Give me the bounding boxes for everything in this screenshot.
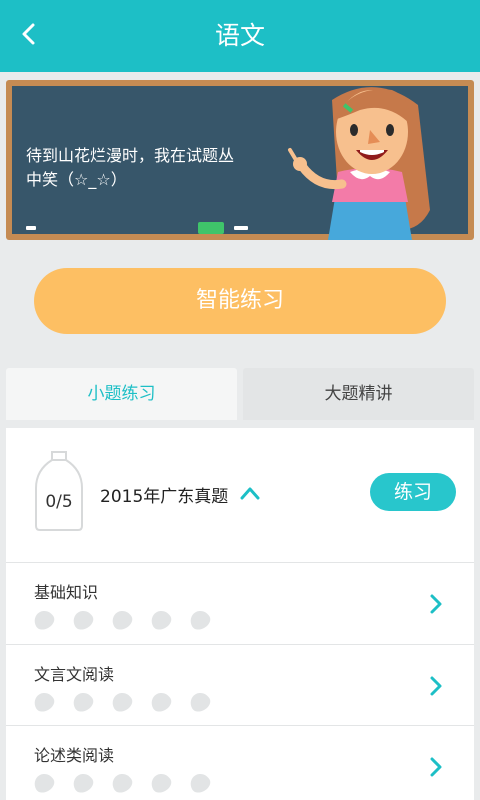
leaf-dot-icon [30,770,58,796]
leaf-dot-icon [69,607,97,633]
practice-button[interactable]: 练习 [370,473,456,511]
back-arrow-icon [22,23,35,45]
tab-small-questions[interactable]: 小题练习 [6,368,237,420]
list-item[interactable]: 论述类阅读 [6,726,474,800]
category-label: 论述类阅读 [34,746,115,765]
leaf-dot-icon [108,607,136,633]
progress-dots [30,770,229,796]
page-title: 语文 [214,21,265,50]
leaf-dot-icon [108,770,136,796]
tab-big-questions[interactable]: 大题精讲 [243,368,474,420]
exam-title[interactable]: 2015年广东真题 [100,482,228,507]
back-button[interactable] [14,18,46,50]
progress-dots [30,689,229,715]
list-item[interactable]: 文言文阅读 [6,645,474,725]
chalk-piece [26,226,36,230]
smart-practice-button[interactable]: 智能练习 [34,268,446,334]
chevron-right-icon [430,594,442,614]
leaf-dot-icon [147,607,175,633]
leaf-dot-icon [69,770,97,796]
leaf-dot-icon [147,770,175,796]
leaf-dot-icon [69,689,97,715]
progress-dots [30,607,229,633]
leaf-dot-icon [186,689,214,715]
leaf-dot-icon [108,689,136,715]
progress-count: 0/5 [45,492,73,512]
leaf-dot-icon [30,607,58,633]
chevron-up-icon[interactable] [240,486,260,500]
leaf-dot-icon [147,689,175,715]
teacher-illustration [288,87,430,240]
progress-bottle-icon [35,451,83,531]
exam-card: 0/5 2015年广东真题 练习 基础知识 文言文阅读 论述类阅读 [6,428,474,800]
eraser-icon [198,222,224,234]
banner-text: 待到山花烂漫时，我在试题丛中笑（☆_☆） [26,146,235,189]
chevron-right-icon [430,676,442,696]
chevron-right-icon [430,757,442,777]
list-item[interactable]: 基础知识 [6,563,474,643]
leaf-dot-icon [186,607,214,633]
leaf-dot-icon [186,770,214,796]
app-header: 语文 [0,0,480,72]
category-label: 基础知识 [34,583,99,602]
category-label: 文言文阅读 [34,665,115,684]
leaf-dot-icon [30,689,58,715]
chalk-piece [234,226,248,230]
